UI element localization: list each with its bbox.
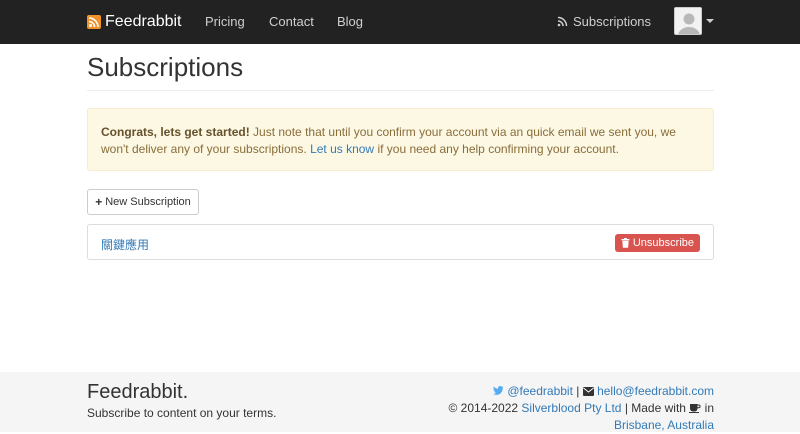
divider — [87, 90, 714, 91]
alert-contact-link[interactable]: Let us know — [310, 142, 374, 156]
unsubscribe-label: Unsubscribe — [632, 237, 694, 249]
nav-subscriptions-label: Subscriptions — [573, 14, 652, 29]
rss-icon — [557, 16, 568, 27]
footer-links: @feedrabbit | hello@feedrabbit.com © 201… — [449, 383, 715, 434]
footer-tagline: Subscribe to content on your terms. — [87, 406, 277, 420]
nav-pricing[interactable]: Pricing — [205, 14, 245, 29]
rss-icon — [87, 15, 101, 29]
subscription-row: 關鍵應用 Unsubscribe — [87, 224, 714, 260]
footer-copyright: © 2014-2022 — [448, 401, 519, 415]
alert-text-2: if you need any help confirming your acc… — [374, 142, 619, 156]
envelope-icon — [582, 387, 594, 396]
footer-made-with: | Made with — [624, 401, 686, 415]
nav-subscriptions[interactable]: Subscriptions — [557, 14, 651, 29]
plus-icon: + — [95, 195, 103, 209]
subscription-link[interactable]: 關鍵應用 — [101, 236, 149, 253]
nav-contact[interactable]: Contact — [269, 14, 314, 29]
coffee-icon — [689, 404, 701, 413]
caret-down-icon — [706, 19, 714, 23]
page-title: Subscriptions — [87, 52, 244, 82]
footer-location-link[interactable]: Brisbane, Australia — [614, 418, 714, 432]
brand-link[interactable]: Feedrabbit — [87, 12, 182, 32]
new-subscription-label: New Subscription — [105, 196, 191, 208]
footer-company-link[interactable]: Silverblood Pty Ltd — [521, 401, 621, 415]
footer-email-link[interactable]: hello@feedrabbit.com — [597, 384, 714, 398]
nav-blog[interactable]: Blog — [337, 14, 363, 29]
navbar: Feedrabbit Pricing Contact Blog Subscrip… — [0, 0, 800, 44]
footer: Feedrabbit. Subscribe to content on your… — [0, 372, 800, 432]
user-menu-toggle[interactable] — [674, 7, 714, 35]
brand-name: Feedrabbit — [105, 13, 182, 30]
new-subscription-button[interactable]: + New Subscription — [87, 189, 199, 215]
twitter-icon — [493, 386, 504, 395]
footer-separator: | — [576, 384, 580, 398]
footer-twitter-link[interactable]: @feedrabbit — [507, 384, 573, 398]
footer-in: in — [704, 401, 714, 415]
footer-brand: Feedrabbit. — [87, 381, 189, 403]
alert-confirm-account: Congrats, lets get started! Just note th… — [87, 108, 714, 171]
unsubscribe-button[interactable]: Unsubscribe — [614, 234, 700, 252]
trash-icon — [621, 238, 630, 248]
alert-heading: Congrats, lets get started! — [101, 125, 250, 139]
avatar-icon — [674, 7, 702, 35]
